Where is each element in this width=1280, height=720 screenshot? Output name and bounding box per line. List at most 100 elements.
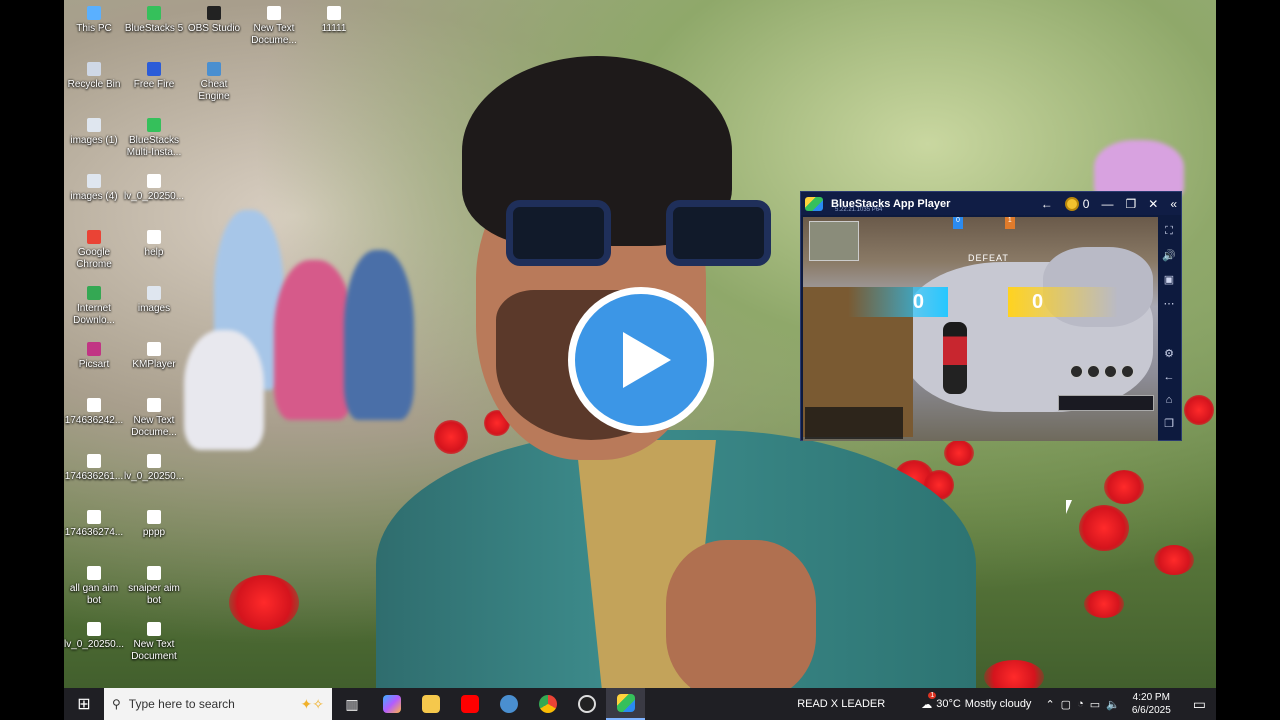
clock[interactable]: 4:20 PM 6/6/2025 bbox=[1126, 691, 1177, 717]
weather-widget[interactable]: ☁ 1 30°C Mostly cloudy bbox=[921, 691, 1031, 711]
clock-date: 6/6/2025 bbox=[1131, 705, 1171, 716]
minimize-button[interactable]: — bbox=[1101, 197, 1113, 211]
meet-now-icon[interactable]: ▢ bbox=[1061, 698, 1071, 711]
flower bbox=[1184, 395, 1214, 425]
mouse-cursor bbox=[1066, 500, 1072, 514]
play-icon bbox=[623, 332, 671, 388]
search-box[interactable]: ⚲ Type here to search ✦✧ bbox=[104, 688, 332, 720]
play-button[interactable] bbox=[568, 287, 714, 433]
chevron-up-icon[interactable]: ⌃ bbox=[1045, 698, 1054, 711]
this-pc-icon bbox=[87, 6, 101, 20]
player-panel[interactable] bbox=[805, 407, 903, 439]
text-file-icon bbox=[147, 398, 161, 412]
desktop-icon[interactable]: BlueStacks 5 bbox=[124, 6, 184, 35]
copilot-icon[interactable] bbox=[372, 688, 411, 720]
bluestacks-multi-icon bbox=[147, 118, 161, 132]
desktop-icon-label: 174636274... bbox=[64, 527, 124, 538]
desktop-icon[interactable]: help bbox=[124, 230, 184, 259]
desktop-icon[interactable]: Picsart bbox=[64, 342, 124, 371]
desktop-icon[interactable]: images bbox=[124, 286, 184, 315]
desktop-icon[interactable]: New Text Document bbox=[124, 622, 184, 663]
idm-icon bbox=[87, 286, 101, 300]
text-file-icon bbox=[327, 6, 341, 20]
desktop-icon[interactable]: KMPlayer bbox=[124, 342, 184, 371]
desktop-icon[interactable]: Cheat Engine bbox=[184, 62, 244, 103]
notifications-icon[interactable]: ▭ bbox=[1183, 696, 1216, 713]
document-icon bbox=[87, 454, 101, 468]
file-explorer-icon[interactable] bbox=[411, 688, 450, 720]
bluestacks-window[interactable]: BlueStacks App Player 5.22.21.1035 P64 ←… bbox=[800, 191, 1182, 441]
desktop-icon[interactable]: Free Fire bbox=[124, 62, 184, 91]
desktop-icon[interactable]: This PC bbox=[64, 6, 124, 35]
desktop-icon[interactable]: New Text Docume... bbox=[124, 398, 184, 439]
bluestacks-titlebar[interactable]: BlueStacks App Player 5.22.21.1035 P64 ←… bbox=[801, 192, 1181, 215]
kmplayer-icon bbox=[147, 342, 161, 356]
fullscreen-icon[interactable]: ⛶ bbox=[1165, 225, 1173, 238]
defeat-label: DEFEAT bbox=[968, 253, 1009, 263]
back-icon[interactable]: ← bbox=[1164, 371, 1175, 383]
desktop-icon-label: 174636242... bbox=[64, 415, 124, 426]
desktop-icon-label: Recycle Bin bbox=[67, 79, 121, 90]
picsart-icon bbox=[87, 342, 101, 356]
bluestacks-taskbar-icon[interactable] bbox=[606, 688, 645, 720]
collapse-sidebar-icon[interactable]: « bbox=[1170, 197, 1177, 211]
desktop-icon[interactable]: Google Chrome bbox=[64, 230, 124, 271]
cheat-engine-icon[interactable] bbox=[489, 688, 528, 720]
close-button[interactable]: ✕ bbox=[1148, 197, 1158, 211]
desktop-icon-label: pppp bbox=[142, 527, 166, 538]
text-file-icon bbox=[147, 622, 161, 636]
action-buttons[interactable] bbox=[1070, 365, 1152, 385]
hand bbox=[666, 540, 816, 700]
minimap[interactable] bbox=[809, 221, 859, 261]
task-view-icon[interactable]: ▥ bbox=[332, 688, 372, 720]
weapon-selector[interactable] bbox=[1058, 395, 1154, 411]
desktop-icon[interactable]: Recycle Bin bbox=[64, 62, 124, 91]
desktop-icon[interactable]: Internet Downlo... bbox=[64, 286, 124, 327]
desktop-icon[interactable]: 174636242... bbox=[64, 398, 124, 427]
youtube-icon[interactable] bbox=[450, 688, 489, 720]
back-arrow-icon[interactable]: ← bbox=[1041, 197, 1053, 211]
home-icon[interactable]: ⌂ bbox=[1166, 394, 1173, 406]
network-icon[interactable]: ▭ bbox=[1090, 698, 1100, 711]
desktop-icon[interactable]: pppp bbox=[124, 510, 184, 539]
start-button[interactable]: ⊞ bbox=[64, 688, 104, 720]
notification-text[interactable]: READ X LEADER bbox=[797, 698, 885, 710]
desktop-icon-label: help bbox=[144, 247, 164, 258]
maximize-button[interactable]: ❐ bbox=[1125, 197, 1136, 211]
desktop-icon[interactable]: lv_0_20250... bbox=[124, 454, 184, 483]
recent-apps-icon[interactable]: ❐ bbox=[1164, 417, 1174, 430]
desktop-icon-label: Internet Downlo... bbox=[73, 303, 115, 326]
desktop-icon[interactable]: images (1) bbox=[64, 118, 124, 147]
desktop-icon[interactable]: BlueStacks Multi-Insta... bbox=[124, 118, 184, 159]
chrome-icon[interactable] bbox=[528, 688, 567, 720]
game-view[interactable]: 0 1 DEFEAT 0 0 bbox=[803, 217, 1158, 441]
desktop-icon[interactable]: images (4) bbox=[64, 174, 124, 203]
sunglasses bbox=[506, 200, 786, 270]
desktop-icon[interactable]: snaiper aim bot bbox=[124, 566, 184, 607]
desktop-icon-label: all gan aim bot bbox=[69, 583, 119, 606]
coins-counter[interactable]: 0 bbox=[1064, 196, 1089, 211]
screen-record-icon[interactable]: ▣ bbox=[1164, 273, 1174, 286]
desktop-icon[interactable]: New Text Docume... bbox=[244, 6, 304, 47]
desktop-icon[interactable]: lv_0_20250... bbox=[64, 622, 124, 651]
flower bbox=[1079, 505, 1129, 551]
wifi-icon[interactable]: ◔ bbox=[1077, 698, 1084, 710]
obs-icon[interactable] bbox=[567, 688, 606, 720]
desktop-icon-label: KMPlayer bbox=[132, 359, 176, 370]
desktop-icon-label: Cheat Engine bbox=[198, 79, 230, 102]
desktop-icon-label: New Text Document bbox=[131, 639, 177, 662]
desktop-icon[interactable]: lv_0_20250... bbox=[124, 174, 184, 203]
desktop-icon[interactable]: 174636274... bbox=[64, 510, 124, 539]
speaker-icon[interactable]: 🔈 bbox=[1106, 698, 1120, 711]
desktop-icon[interactable]: 174636261... bbox=[64, 454, 124, 483]
volume-icon[interactable]: 🔊 bbox=[1162, 249, 1176, 262]
desktop-icon[interactable]: OBS Studio bbox=[184, 6, 244, 35]
coin-icon bbox=[1064, 196, 1079, 211]
search-highlight-icon: ✦✧ bbox=[300, 695, 324, 712]
more-options-icon[interactable]: ⋯ bbox=[1164, 297, 1175, 310]
bluestacks-version: 5.22.21.1035 P64 bbox=[835, 207, 883, 213]
desktop-icon[interactable]: 11111 bbox=[304, 6, 364, 35]
desktop-icon[interactable]: all gan aim bot bbox=[64, 566, 124, 607]
settings-gear-icon[interactable]: ⚙ bbox=[1164, 347, 1174, 360]
image-file-icon bbox=[87, 174, 101, 188]
